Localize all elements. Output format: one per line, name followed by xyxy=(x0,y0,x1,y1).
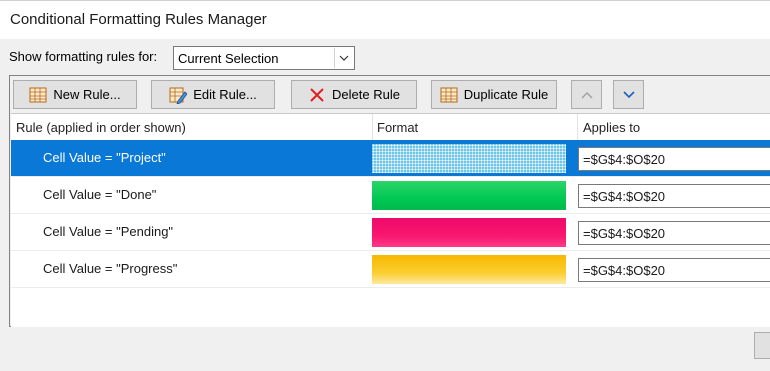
rule-name: Cell Value = "Progress" xyxy=(43,261,178,276)
column-header-rule[interactable]: Rule (applied in order shown) xyxy=(16,120,186,135)
format-preview xyxy=(372,255,566,284)
rules-list-header: Rule (applied in order shown) Format App… xyxy=(11,114,770,141)
format-preview xyxy=(372,218,566,247)
chevron-up-icon xyxy=(581,87,593,102)
column-header-format[interactable]: Format xyxy=(377,120,418,135)
rule-name: Cell Value = "Pending" xyxy=(43,224,174,239)
rule-name: Cell Value = "Done" xyxy=(43,187,157,202)
edit-rule-icon xyxy=(169,86,188,105)
delete-rule-button[interactable]: Delete Rule xyxy=(291,80,417,109)
new-rule-icon xyxy=(29,86,47,104)
rule-row[interactable]: Cell Value = "Done" =$G$4:$O$20 xyxy=(11,177,770,214)
delete-rule-label: Delete Rule xyxy=(332,87,400,102)
rules-list[interactable]: Rule (applied in order shown) Format App… xyxy=(11,113,770,327)
rule-row[interactable]: Cell Value = "Pending" =$G$4:$O$20 xyxy=(11,214,770,251)
chevron-down-icon xyxy=(622,87,635,102)
duplicate-rule-label: Duplicate Rule xyxy=(463,87,549,102)
duplicate-rule-icon xyxy=(440,86,458,104)
delete-icon xyxy=(308,86,326,104)
format-preview xyxy=(372,144,566,173)
applies-to-field[interactable]: =$G$4:$O$20 xyxy=(578,147,770,171)
filter-label: Show formatting rules for: xyxy=(9,49,158,64)
format-preview xyxy=(372,181,566,210)
filter-dropdown[interactable]: Current Selection xyxy=(173,46,355,70)
rule-name: Cell Value = "Project" xyxy=(43,150,166,165)
window-title: Conditional Formatting Rules Manager xyxy=(10,11,267,28)
edit-rule-button[interactable]: Edit Rule... xyxy=(151,80,275,109)
applies-to-field[interactable]: =$G$4:$O$20 xyxy=(578,221,770,245)
edit-rule-label: Edit Rule... xyxy=(193,87,257,102)
column-header-applies-to[interactable]: Applies to xyxy=(583,120,640,135)
rule-row[interactable]: Cell Value = "Project" =$G$4:$O$20 xyxy=(11,140,770,177)
move-up-button[interactable] xyxy=(571,80,602,109)
move-down-button[interactable] xyxy=(613,80,644,109)
filter-dropdown-value: Current Selection xyxy=(178,51,279,66)
duplicate-rule-button[interactable]: Duplicate Rule xyxy=(431,80,557,109)
applies-to-field[interactable]: =$G$4:$O$20 xyxy=(578,258,770,282)
chevron-down-icon[interactable] xyxy=(334,48,353,68)
column-divider xyxy=(577,114,578,140)
applies-to-field[interactable]: =$G$4:$O$20 xyxy=(578,184,770,208)
new-rule-label: New Rule... xyxy=(53,87,121,102)
rule-row[interactable]: Cell Value = "Progress" =$G$4:$O$20 xyxy=(11,251,770,288)
ok-button[interactable] xyxy=(754,332,770,359)
column-divider xyxy=(372,114,373,140)
new-rule-button[interactable]: New Rule... xyxy=(13,80,137,109)
title-bar: Conditional Formatting Rules Manager xyxy=(0,0,770,39)
